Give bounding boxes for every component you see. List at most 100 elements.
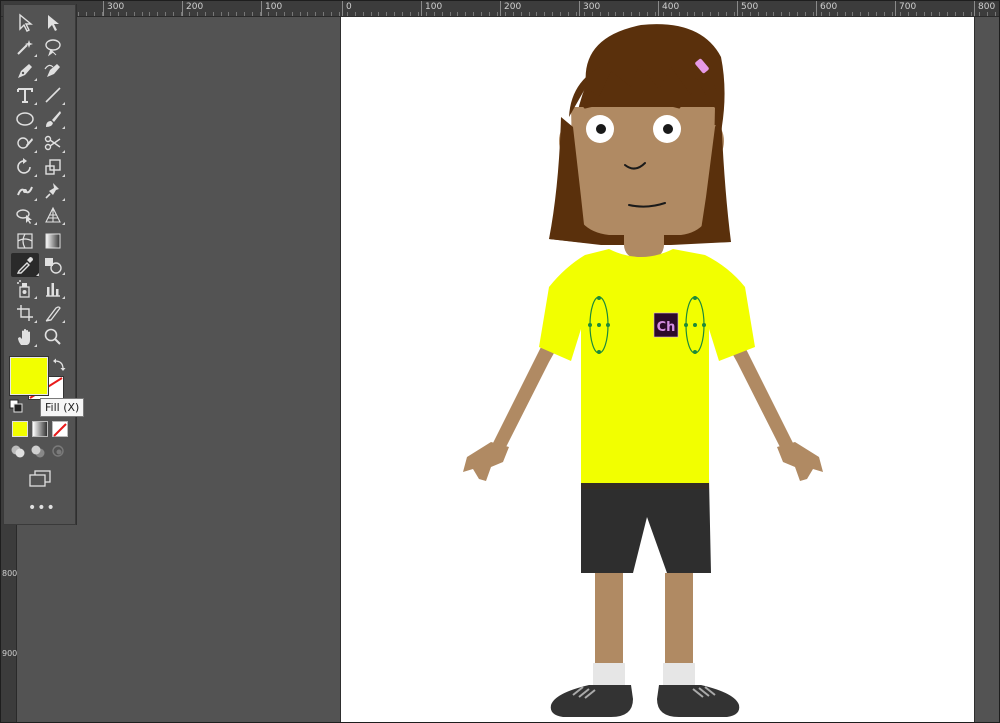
direct-selection-tool[interactable] bbox=[41, 12, 65, 34]
ruler-minor-tick bbox=[813, 12, 814, 16]
ruler-minor-tick bbox=[78, 12, 79, 16]
ruler-tick-label: 0 bbox=[346, 2, 352, 12]
mesh-tool[interactable] bbox=[13, 230, 37, 252]
ruler-minor-tick bbox=[924, 12, 925, 16]
ruler-minor-tick bbox=[552, 12, 553, 16]
puppet-warp-tool[interactable] bbox=[13, 180, 37, 202]
ruler-tick-label: 100 bbox=[425, 2, 443, 12]
shaper-tool[interactable] bbox=[13, 132, 37, 154]
right-hand[interactable] bbox=[777, 442, 823, 481]
gradient-tool[interactable] bbox=[41, 230, 65, 252]
ruler-minor-tick bbox=[544, 12, 545, 16]
gradient-mode-button[interactable] bbox=[32, 421, 48, 437]
ruler-minor-tick bbox=[931, 12, 932, 16]
pen-tool[interactable] bbox=[13, 60, 37, 82]
zoom-tool[interactable] bbox=[41, 326, 65, 348]
ruler-tick: 200 bbox=[182, 1, 203, 16]
pin-tool[interactable] bbox=[41, 180, 65, 202]
magnifier-icon bbox=[44, 328, 61, 345]
rotate-tool[interactable] bbox=[13, 156, 37, 178]
draw-inside-icon bbox=[52, 445, 64, 457]
left-hand[interactable] bbox=[463, 442, 509, 481]
ruler-minor-tick bbox=[410, 12, 411, 16]
swap-fill-stroke-icon[interactable] bbox=[52, 358, 66, 372]
ruler-tick: 500 bbox=[737, 1, 758, 16]
lasso-tool[interactable] bbox=[41, 36, 65, 58]
ruler-minor-tick bbox=[213, 12, 214, 16]
default-fill-stroke-icon[interactable] bbox=[9, 399, 23, 413]
shape-builder-tool[interactable] bbox=[13, 204, 37, 226]
ruler-minor-tick bbox=[529, 12, 530, 16]
ruler-minor-tick bbox=[347, 12, 348, 16]
draw-normal-button[interactable] bbox=[10, 443, 26, 459]
column-graph-tool[interactable] bbox=[41, 278, 65, 300]
magic-wand-icon bbox=[17, 40, 33, 55]
artboard-tool[interactable] bbox=[13, 302, 37, 324]
ruler-minor-tick bbox=[900, 12, 901, 16]
right-shoe[interactable] bbox=[657, 685, 740, 717]
slice-tool[interactable] bbox=[41, 302, 65, 324]
badge-text: Ch bbox=[657, 320, 676, 335]
scissors-tool[interactable] bbox=[41, 132, 65, 154]
ruler-tick: 100 bbox=[261, 1, 282, 16]
ruler-minor-tick bbox=[173, 12, 174, 16]
ruler-minor-tick bbox=[189, 12, 190, 16]
line-segment-tool[interactable] bbox=[41, 84, 65, 106]
shirt[interactable] bbox=[539, 249, 755, 483]
ruler-tick-label: 200 bbox=[504, 2, 522, 12]
left-pupil[interactable] bbox=[596, 124, 606, 134]
left-shoe[interactable] bbox=[550, 685, 633, 717]
ruler-minor-tick bbox=[797, 12, 798, 16]
hand-tool[interactable] bbox=[13, 326, 37, 348]
ruler-minor-tick bbox=[971, 12, 972, 16]
ruler-tick: 200 bbox=[500, 1, 521, 16]
symbol-sprayer-tool[interactable] bbox=[13, 278, 37, 300]
ruler-minor-tick bbox=[758, 12, 759, 16]
ruler-minor-tick bbox=[426, 12, 427, 16]
horizontal-ruler[interactable]: 300 200 100 0 100 200 300 400 500 600 700 800 bbox=[1, 1, 999, 17]
ruler-tick-label: 400 bbox=[662, 2, 680, 12]
ruler-minor-tick bbox=[126, 12, 127, 16]
right-pupil[interactable] bbox=[663, 124, 673, 134]
ruler-tick-label: 500 bbox=[741, 2, 759, 12]
screen-mode-icon[interactable] bbox=[28, 470, 52, 488]
curvature-tool[interactable] bbox=[41, 60, 65, 82]
ruler-minor-tick bbox=[773, 12, 774, 16]
ruler-minor-tick bbox=[118, 12, 119, 16]
shape-builder-icon bbox=[16, 209, 32, 224]
ruler-minor-tick bbox=[829, 12, 830, 16]
ellipse-tool[interactable] bbox=[13, 108, 37, 130]
ruler-minor-tick bbox=[663, 12, 664, 16]
scale-tool[interactable] bbox=[41, 156, 65, 178]
edit-toolbar-button[interactable]: ••• bbox=[28, 501, 55, 517]
ruler-minor-tick bbox=[568, 12, 569, 16]
paintbrush-tool[interactable] bbox=[41, 108, 65, 130]
ruler-tick: 300 bbox=[579, 1, 600, 16]
magic-wand-tool[interactable] bbox=[13, 36, 37, 58]
blend-tool[interactable] bbox=[41, 254, 65, 276]
scissors-icon bbox=[44, 135, 61, 151]
type-tool[interactable] bbox=[13, 84, 37, 106]
ruler-minor-tick bbox=[260, 12, 261, 16]
ruler-minor-tick bbox=[331, 12, 332, 16]
left-arm[interactable] bbox=[491, 337, 563, 457]
ruler-minor-tick bbox=[149, 12, 150, 16]
ruler-minor-tick bbox=[868, 12, 869, 16]
perspective-grid-tool[interactable] bbox=[41, 204, 65, 226]
fill-swatch[interactable] bbox=[10, 357, 48, 395]
selection-tool[interactable] bbox=[13, 12, 37, 34]
eyedropper-tool[interactable] bbox=[11, 253, 39, 277]
ruler-minor-tick bbox=[766, 12, 767, 16]
ruler-minor-tick bbox=[860, 12, 861, 16]
character-artwork[interactable]: Ch bbox=[341, 17, 974, 723]
ruler-minor-tick bbox=[615, 12, 616, 16]
none-mode-button[interactable] bbox=[52, 421, 68, 437]
ruler-minor-tick bbox=[284, 12, 285, 16]
color-mode-button[interactable] bbox=[12, 421, 28, 437]
artboard[interactable]: Ch bbox=[341, 17, 974, 723]
draw-behind-button[interactable] bbox=[30, 443, 46, 459]
ruler-minor-tick bbox=[300, 12, 301, 16]
draw-normal-icon bbox=[11, 445, 25, 458]
draw-inside-button[interactable] bbox=[50, 443, 66, 459]
shorts[interactable] bbox=[581, 479, 711, 573]
